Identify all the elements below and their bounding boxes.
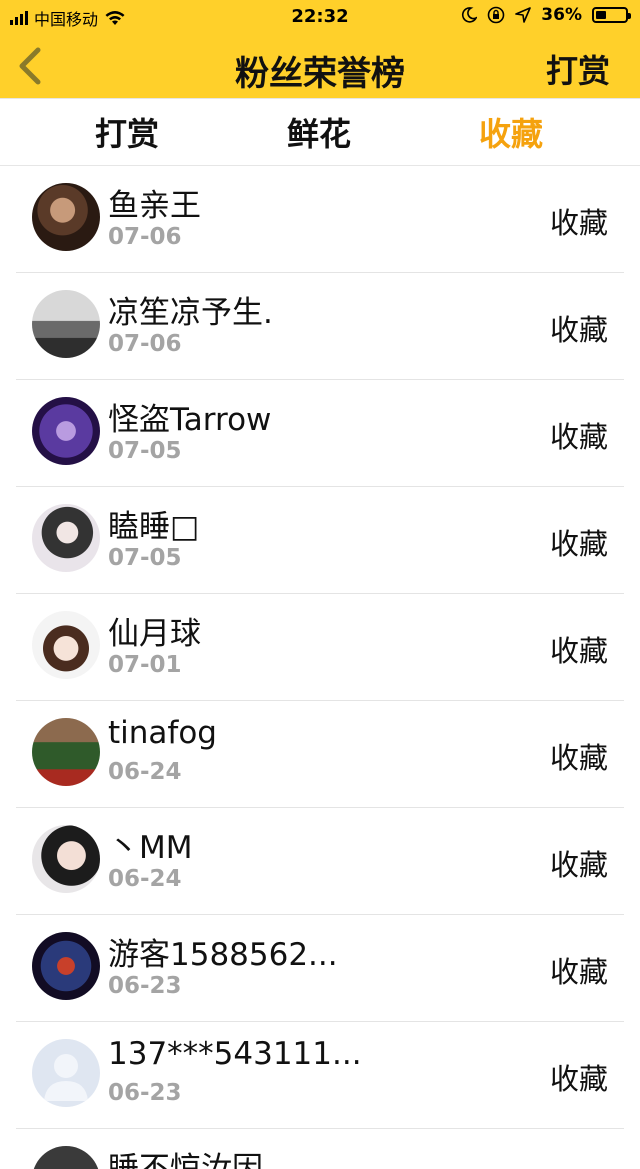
fan-name: 睡不惊汝因 — [108, 1151, 263, 1169]
rotation-lock-icon — [487, 6, 505, 24]
list-item[interactable]: 仙月球 07-01 收藏 — [16, 594, 624, 701]
status-right: 36% — [461, 5, 631, 25]
fan-date: 06-23 — [108, 1080, 182, 1106]
avatar — [32, 290, 100, 358]
list-item[interactable]: 怪盗Tarrow 07-05 收藏 — [16, 380, 624, 487]
avatar — [32, 611, 100, 679]
avatar — [32, 932, 100, 1000]
battery-percent: 36% — [541, 5, 582, 25]
fan-name: 丶MM — [108, 830, 193, 866]
reward-button[interactable]: 打赏 — [546, 46, 610, 92]
tab-bar: 打赏 鲜花 收藏 — [0, 98, 640, 166]
list-item[interactable]: 游客1588562... 06-23 收藏 — [16, 915, 624, 1022]
fan-date: 07-06 — [108, 331, 182, 357]
fan-action: 收藏 — [549, 313, 608, 347]
fan-list: 鱼亲王 07-06 收藏 凉笙凉予生. 07-06 收藏 怪盗Tarrow 07… — [16, 166, 624, 1169]
fan-name: 怪盗Tarrow — [108, 402, 272, 438]
fan-date: 06-24 — [108, 866, 182, 892]
fan-action: 收藏 — [549, 848, 608, 882]
nav-bar: 粉丝荣誉榜 打赏 — [0, 34, 640, 98]
fan-action: 收藏 — [549, 206, 608, 240]
fan-name: 凉笙凉予生. — [108, 295, 273, 331]
moon-icon — [462, 7, 478, 23]
avatar — [32, 397, 100, 465]
avatar — [32, 718, 100, 786]
avatar — [32, 825, 100, 893]
avatar — [32, 504, 100, 572]
fan-action: 收藏 — [549, 634, 608, 668]
fan-action: 收藏 — [549, 420, 608, 454]
battery-level — [596, 11, 607, 19]
fan-date: 07-05 — [108, 545, 182, 571]
fan-date: 07-05 — [108, 438, 182, 464]
page-title: 粉丝荣誉榜 — [235, 54, 405, 94]
avatar — [32, 1146, 100, 1169]
list-item[interactable]: 瞌睡□ 07-05 收藏 — [16, 487, 624, 594]
avatar — [32, 1039, 100, 1107]
fan-name: 仙月球 — [108, 616, 201, 652]
fan-action: 收藏 — [549, 741, 608, 775]
list-item[interactable]: 睡不惊汝因 — [16, 1129, 624, 1169]
list-item[interactable]: 137***543111... 06-23 收藏 — [16, 1022, 624, 1129]
fan-date: 07-01 — [108, 652, 182, 678]
tab-reward[interactable]: 打赏 — [32, 109, 222, 155]
fan-action: 收藏 — [549, 955, 608, 989]
tab-flowers[interactable]: 鲜花 — [224, 109, 414, 155]
fan-date: 06-23 — [108, 973, 182, 999]
status-bar: 中国移动 22:32 36% — [0, 0, 640, 34]
tab-favorites[interactable]: 收藏 — [416, 109, 606, 155]
fan-name: 鱼亲王 — [108, 188, 201, 224]
list-item[interactable]: tinafog 06-24 收藏 — [16, 701, 624, 808]
list-item[interactable]: 凉笙凉予生. 07-06 收藏 — [16, 273, 624, 380]
battery-icon — [592, 7, 631, 23]
list-item[interactable]: 丶MM 06-24 收藏 — [16, 808, 624, 915]
list-item[interactable]: 鱼亲王 07-06 收藏 — [16, 166, 624, 273]
location-icon — [515, 7, 532, 23]
fan-name: 137***543111... — [108, 1036, 362, 1072]
fan-name: 游客1588562... — [108, 937, 338, 973]
fan-date: 06-24 — [108, 759, 182, 785]
fan-action: 收藏 — [549, 527, 608, 561]
avatar — [32, 183, 100, 251]
fan-date: 07-06 — [108, 224, 182, 250]
default-user-icon — [44, 1054, 88, 1101]
fan-name: tinafog — [108, 715, 217, 751]
fan-action: 收藏 — [549, 1062, 608, 1096]
fan-name: 瞌睡□ — [108, 509, 200, 545]
